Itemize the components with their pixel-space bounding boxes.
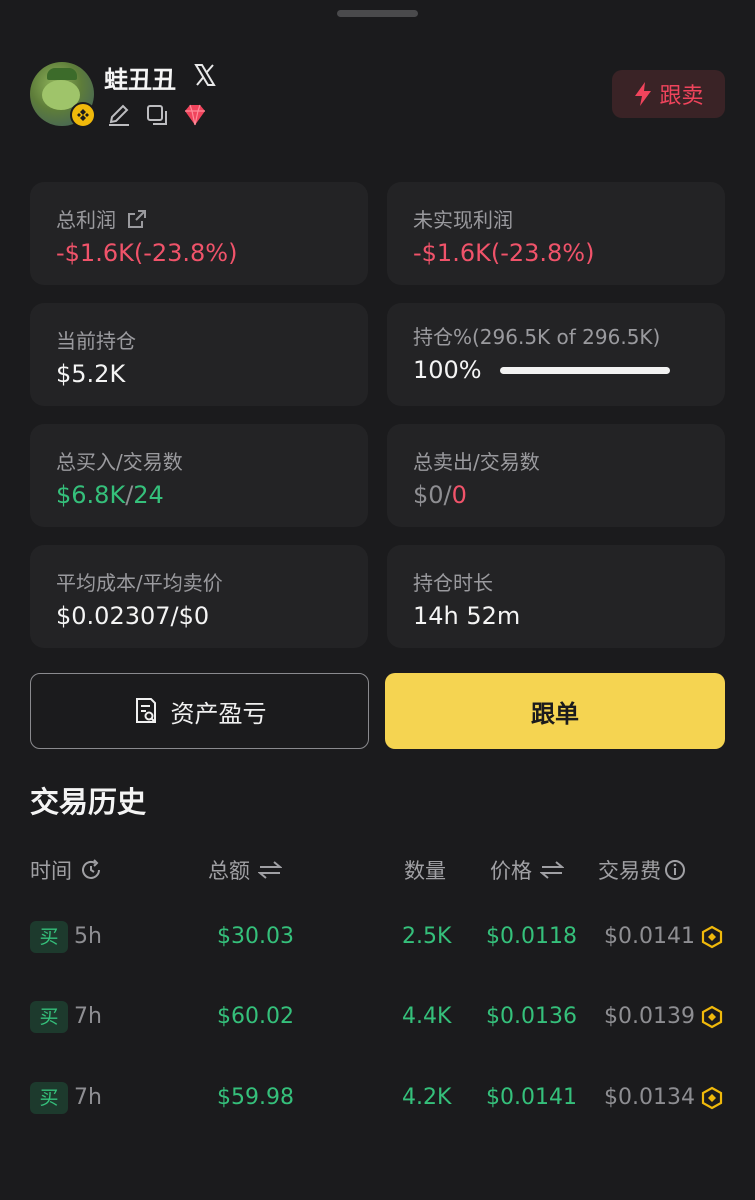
current-position-value: $5.2K [56, 360, 126, 388]
total-profit-card: 总利润 -$1.6K(-23.8%) [30, 182, 368, 285]
row-price: $0.0136 [486, 1004, 577, 1029]
profile-header: 蛙丑丑 跟卖 [30, 60, 725, 130]
info-icon[interactable] [663, 858, 687, 882]
row-fee: $0.0139 [604, 1004, 695, 1029]
table-row[interactable]: 买 7h $60.02 4.4K $0.0136 $0.0139 [0, 997, 755, 1037]
row-time: 7h [74, 1085, 102, 1110]
position-percent-card: 持仓%(296.5K of 296.5K) 100% [387, 303, 725, 406]
total-sell-separator: / [443, 481, 452, 509]
row-price: $0.0141 [486, 1085, 577, 1110]
username: 蛙丑丑 [104, 66, 176, 94]
side-badge: 买 [30, 1082, 68, 1114]
hold-duration-card: 持仓时长 14h 52m [387, 545, 725, 648]
total-profit-value: -$1.6K(-23.8%) [56, 239, 238, 267]
sell-follow-button[interactable]: 跟卖 [612, 70, 725, 118]
current-position-label: 当前持仓 [56, 329, 136, 353]
avatar[interactable] [30, 62, 96, 128]
total-buy-count: 24 [133, 481, 164, 509]
row-time: 7h [74, 1004, 102, 1029]
column-time-label: 时间 [30, 859, 72, 883]
total-buy-separator: / [125, 481, 134, 509]
hold-duration-value: 14h 52m [413, 602, 521, 630]
follow-button[interactable]: 跟单 [385, 673, 725, 749]
current-position-card: 当前持仓 $5.2K [30, 303, 368, 406]
total-sell-label: 总卖出/交易数 [413, 450, 540, 474]
unrealized-profit-label: 未实现利润 [413, 208, 513, 232]
column-qty: 数量 [404, 855, 446, 885]
column-fee-label: 交易费 [598, 859, 661, 883]
follow-button-label: 跟单 [531, 699, 579, 728]
edit-icon[interactable] [106, 102, 132, 128]
sort-icon [258, 861, 282, 879]
sell-button-label: 跟卖 [659, 84, 704, 109]
trade-history-title: 交易历史 [30, 785, 147, 819]
position-percent-label: 持仓%(296.5K of 296.5K) [413, 325, 661, 349]
copy-icon[interactable] [144, 102, 170, 128]
share-icon[interactable] [126, 208, 148, 230]
row-qty: 4.2K [402, 1085, 452, 1110]
table-row[interactable]: 买 7h $59.98 4.2K $0.0141 $0.0134 [0, 1078, 755, 1118]
total-buy-amount: $6.8K [56, 481, 126, 509]
sheet-grabber[interactable] [337, 10, 418, 17]
row-total: $30.03 [217, 924, 294, 949]
pnl-button-label: 资产盈亏 [170, 699, 267, 728]
total-buy-card: 总买入/交易数 $6.8K/24 [30, 424, 368, 527]
total-sell-card: 总卖出/交易数 $0/0 [387, 424, 725, 527]
side-badge: 买 [30, 1001, 68, 1033]
hold-duration-label: 持仓时长 [413, 571, 493, 595]
position-percent-value: 100% [413, 356, 482, 384]
chain-badge-icon [70, 102, 96, 128]
bnb-icon [701, 1005, 723, 1029]
table-row[interactable]: 买 5h $30.03 2.5K $0.0118 $0.0141 [0, 917, 755, 957]
row-qty: 4.4K [402, 1004, 452, 1029]
row-qty: 2.5K [402, 924, 452, 949]
refresh-clock-icon [82, 859, 100, 879]
position-progress-bar [499, 366, 670, 374]
row-time: 5h [74, 924, 102, 949]
report-icon [135, 698, 156, 723]
total-sell-count: 0 [451, 481, 467, 509]
column-qty-label: 数量 [404, 859, 446, 883]
x-logo-icon[interactable] [192, 62, 218, 88]
row-total: $59.98 [217, 1085, 294, 1110]
bnb-icon [701, 1086, 723, 1110]
row-price: $0.0118 [486, 924, 577, 949]
column-total-label: 总额 [208, 859, 250, 883]
total-profit-label: 总利润 [56, 208, 116, 232]
avg-cost-value: $0.02307/$0 [56, 602, 210, 630]
column-price-label: 价格 [490, 859, 532, 883]
column-time[interactable]: 时间 [30, 855, 102, 885]
gem-icon [182, 102, 208, 128]
avg-cost-label: 平均成本/平均卖价 [56, 571, 223, 595]
column-price[interactable]: 价格 [490, 855, 564, 885]
avg-cost-card: 平均成本/平均卖价 $0.02307/$0 [30, 545, 368, 648]
column-fee[interactable]: 交易费 [598, 855, 687, 885]
total-sell-amount: $0 [413, 481, 444, 509]
unrealized-profit-card: 未实现利润 -$1.6K(-23.8%) [387, 182, 725, 285]
row-total: $60.02 [217, 1004, 294, 1029]
wallet-detail-sheet: 蛙丑丑 跟卖 总利润 -$1.6K(-23.8%) 未实现利润 -$1.6K(-… [0, 0, 755, 1200]
bolt-icon [635, 82, 652, 106]
row-fee: $0.0141 [604, 924, 695, 949]
side-badge: 买 [30, 921, 68, 953]
unrealized-profit-value: -$1.6K(-23.8%) [413, 239, 595, 267]
column-total[interactable]: 总额 [208, 855, 282, 885]
total-buy-label: 总买入/交易数 [56, 450, 183, 474]
bnb-icon [701, 925, 723, 949]
sort-icon [540, 861, 564, 879]
pnl-button[interactable]: 资产盈亏 [30, 673, 369, 749]
row-fee: $0.0134 [604, 1085, 695, 1110]
